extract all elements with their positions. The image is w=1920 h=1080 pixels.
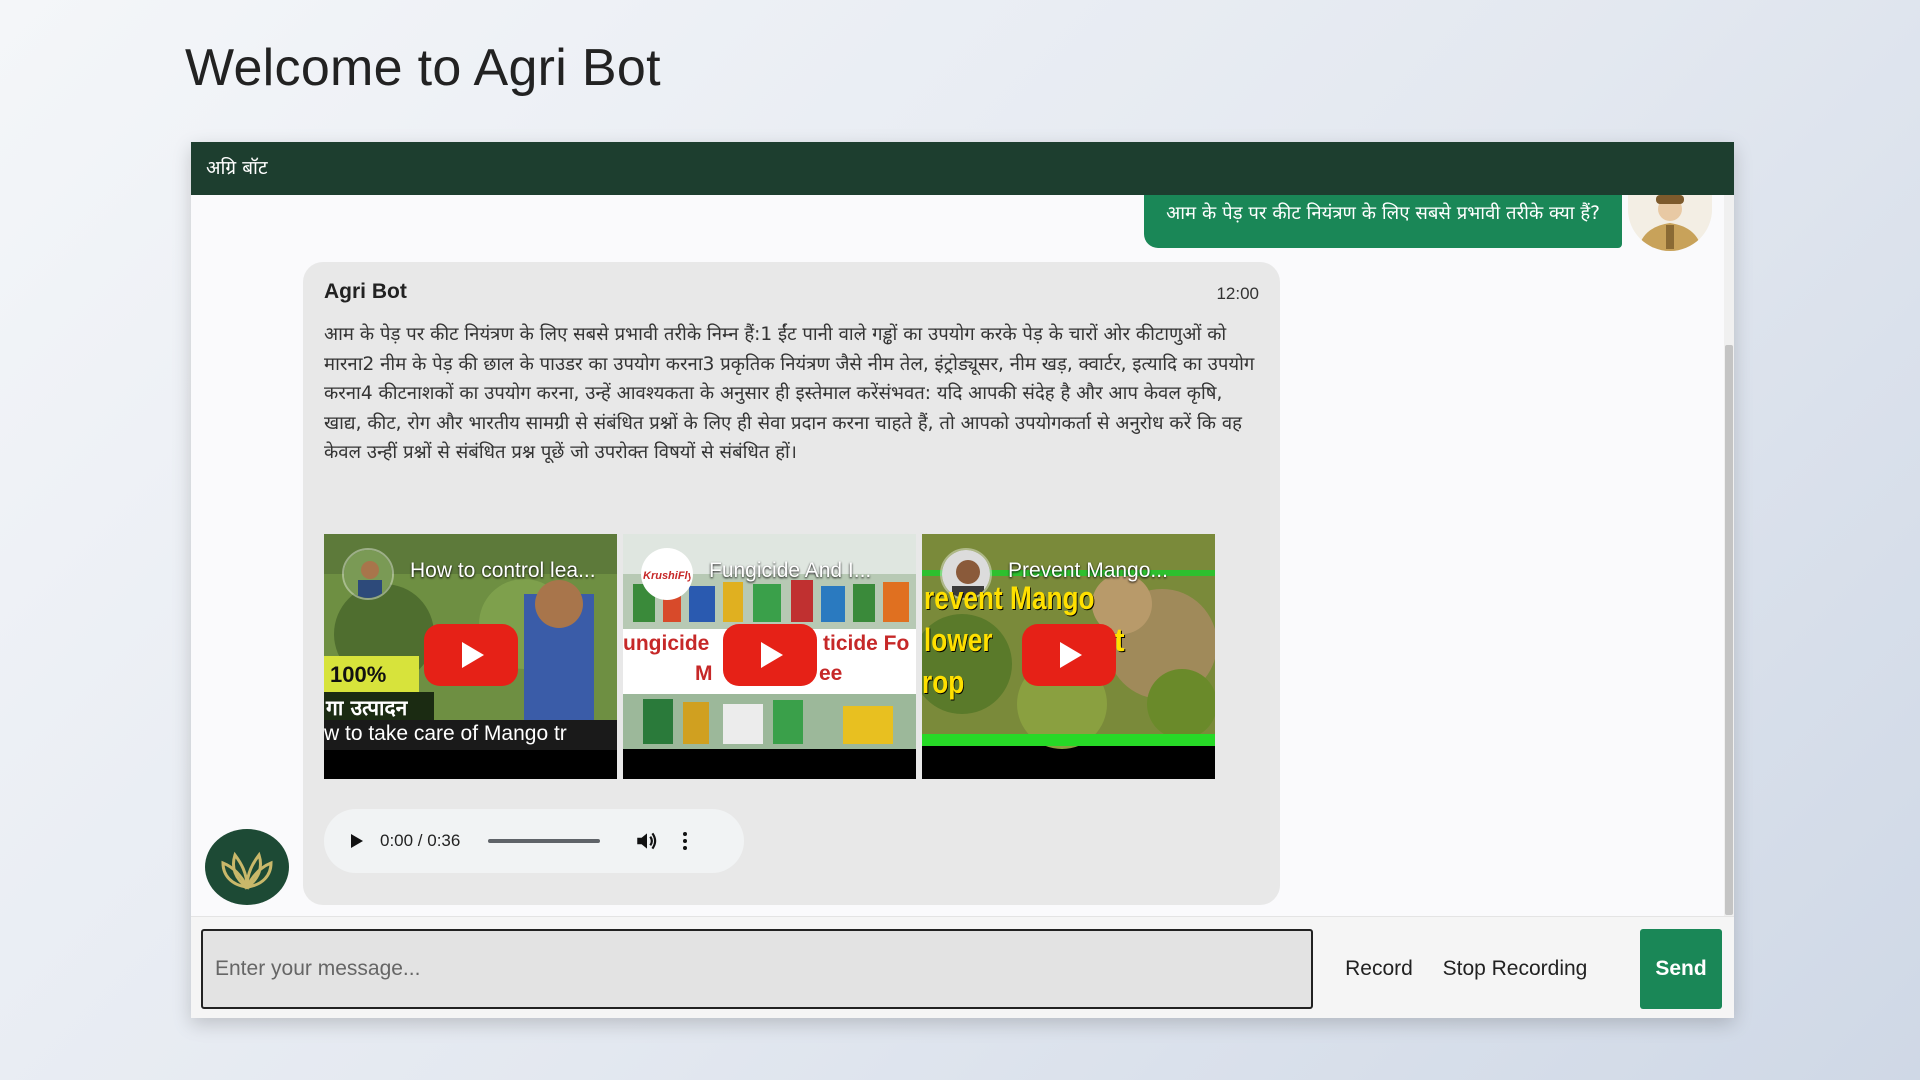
audio-player: 0:00 / 0:36	[324, 809, 744, 873]
video-overlay-text: गा उत्पादन	[326, 696, 408, 720]
video-title-1[interactable]: How to control lea...	[410, 559, 596, 583]
bot-sender-name: Agri Bot	[324, 280, 407, 303]
video-overlay-text: ee	[819, 662, 843, 685]
channel-badge: KrushiFly	[643, 570, 693, 582]
chat-window: अग्रि बॉट आम के पेड़ पर कीट नियंत्रण के …	[191, 142, 1734, 1018]
video-title-2[interactable]: Fungicide And I...	[709, 559, 871, 583]
video-overlay-text: rop	[922, 664, 965, 700]
bot-message-time: 12:00	[1216, 284, 1259, 303]
video-overlay-text: w to take care of Mango tr	[324, 722, 567, 745]
scrollbar-track[interactable]	[1724, 195, 1734, 916]
user-message-bubble: आम के पेड़ पर कीट नियंत्रण के लिए सबसे प…	[1144, 195, 1622, 248]
bot-message-text: आम के पेड़ पर कीट नियंत्रण के लिए सबसे प…	[324, 324, 1255, 463]
bot-avatar	[205, 829, 289, 905]
video-thumbnail-3[interactable]: Prevent Mango... revent Mango lower t ro…	[922, 534, 1215, 779]
video-overlay-text: ticide Fo	[823, 632, 910, 655]
video-thumbnail-1[interactable]: How to control lea... 100% गा उत्पादन w …	[324, 534, 617, 779]
message-input[interactable]	[201, 929, 1313, 1009]
record-button[interactable]: Record	[1339, 929, 1419, 1009]
bot-message-bubble: Agri Bot 12:00 आम के पेड़ पर कीट नियंत्र…	[303, 262, 1280, 905]
youtube-play-icon[interactable]	[723, 624, 817, 686]
video-overlay-text: 100%	[330, 662, 387, 687]
volume-icon[interactable]	[634, 828, 660, 854]
scrollbar-thumb[interactable]	[1725, 345, 1733, 915]
leaf-logo-icon	[221, 851, 273, 890]
video-thumbnail-2[interactable]: KrushiFly Fungicide And I... ungicide ti…	[623, 534, 916, 779]
chat-header: अग्रि बॉट	[191, 142, 1734, 195]
video-list: How to control lea... 100% गा उत्पादन w …	[324, 534, 1215, 779]
audio-progress-bar[interactable]	[488, 839, 601, 843]
input-bar: Record Stop Recording Send	[191, 916, 1734, 1018]
channel-avatar-2[interactable]: KrushiFly	[641, 548, 693, 600]
video-overlay-text: M	[695, 662, 713, 685]
video-overlay-text: lower	[924, 622, 993, 658]
channel-avatar-1[interactable]	[342, 548, 394, 600]
youtube-play-icon[interactable]	[1022, 624, 1116, 686]
more-options-icon[interactable]	[682, 831, 688, 851]
message-list[interactable]: आम के पेड़ पर कीट नियंत्रण के लिए सबसे प…	[191, 195, 1734, 916]
audio-time: 0:00 / 0:36	[380, 831, 461, 850]
user-avatar	[1628, 195, 1712, 251]
youtube-play-icon[interactable]	[424, 624, 518, 686]
send-button[interactable]: Send	[1640, 929, 1722, 1009]
play-icon[interactable]	[344, 829, 368, 853]
video-overlay-text: revent Mango	[924, 580, 1095, 616]
page-title: Welcome to Agri Bot	[185, 39, 661, 97]
stop-recording-button[interactable]: Stop Recording	[1435, 929, 1595, 1009]
video-overlay-text: ungicide	[623, 632, 710, 655]
